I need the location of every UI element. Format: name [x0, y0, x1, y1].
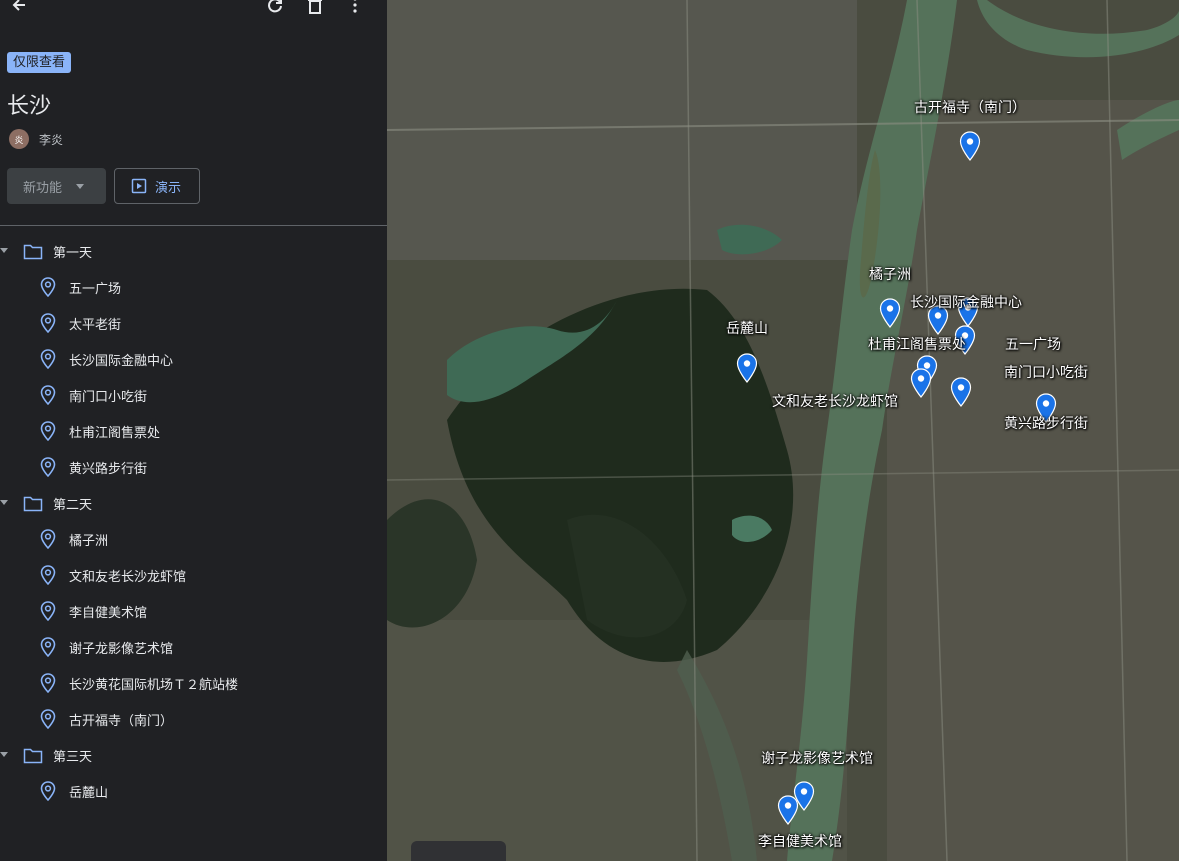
new-feature-label: 新功能 — [23, 180, 63, 196]
place-item[interactable]: 太平老街 — [0, 305, 387, 341]
map-pin-icon — [910, 368, 932, 398]
place-label: 岳麓山 — [69, 786, 109, 801]
location-pin-icon — [40, 781, 56, 801]
map-pin-icon — [959, 131, 981, 161]
divider — [0, 225, 387, 226]
map-label-lizijian[interactable]: 李自健美术馆 — [758, 831, 842, 851]
map-label-xiezilong[interactable]: 谢子龙影像艺术馆 — [761, 748, 873, 768]
location-pin-icon — [40, 565, 56, 585]
map-label-ifc[interactable]: 长沙国际金融中心 — [910, 292, 1022, 312]
location-pin-icon — [40, 673, 56, 693]
location-pin-icon — [40, 457, 56, 477]
arrow-left-icon — [12, 0, 25, 11]
map-label-huangxing[interactable]: 黄兴路步行街 — [1004, 413, 1088, 433]
location-pin-icon — [40, 529, 56, 549]
map-label-juzizhou[interactable]: 橘子洲 — [869, 264, 911, 284]
place-item[interactable]: 谢子龙影像艺术馆 — [0, 629, 387, 665]
author-row: 炎 李炎 — [9, 129, 63, 149]
map-marker-juzizhou[interactable] — [879, 298, 901, 328]
folder-icon — [23, 244, 43, 260]
expand-caret-icon[interactable] — [0, 752, 8, 757]
present-label: 演示 — [155, 180, 182, 196]
map-pin-icon — [879, 298, 901, 328]
location-pin-icon — [40, 637, 56, 657]
more-vert-icon — [353, 0, 357, 13]
place-label: 南门口小吃街 — [69, 390, 148, 405]
place-item[interactable]: 长沙国际金融中心 — [0, 341, 387, 377]
folder-label: 第三天 — [53, 750, 93, 765]
refresh-button[interactable] — [262, 0, 288, 18]
map-marker-nanmenkou[interactable] — [910, 368, 932, 398]
project-title: 长沙 — [7, 94, 52, 119]
location-pin-icon — [40, 709, 56, 729]
place-item[interactable]: 南门口小吃街 — [0, 377, 387, 413]
view-only-badge: 仅限查看 — [7, 52, 72, 73]
map-label-wuyi[interactable]: 五一广场 — [1005, 334, 1061, 354]
delete-button[interactable] — [302, 0, 328, 18]
map-marker-huangxing-pin[interactable] — [950, 377, 972, 407]
location-pin-icon — [40, 385, 56, 405]
folder-icon — [23, 496, 43, 512]
place-label: 杜甫江阁售票处 — [69, 426, 161, 441]
place-label: 橘子洲 — [69, 534, 109, 549]
more-options-button[interactable] — [342, 0, 368, 18]
top-toolbar — [0, 0, 387, 20]
map-label-nanmenkou[interactable]: 南门口小吃街 — [1004, 362, 1088, 382]
place-label: 黄兴路步行街 — [69, 462, 148, 477]
location-pin-icon — [40, 313, 56, 333]
folder-row[interactable]: 第三天 — [0, 737, 387, 773]
map-marker-lizijian[interactable] — [777, 795, 799, 825]
place-label: 长沙黄花国际机场Ｔ２航站楼 — [69, 678, 239, 693]
avatar: 炎 — [9, 129, 29, 149]
map-label-yuelu[interactable]: 岳麓山 — [726, 318, 768, 338]
place-label: 五一广场 — [69, 282, 122, 297]
back-button[interactable] — [6, 0, 32, 18]
map-marker-kaifu[interactable] — [959, 131, 981, 161]
map-label-dufu[interactable]: 杜甫江阁售票处 — [868, 334, 966, 354]
place-item[interactable]: 长沙黄花国际机场Ｔ２航站楼 — [0, 665, 387, 701]
dropdown-arrow-icon — [76, 183, 85, 189]
location-pin-icon — [40, 601, 56, 621]
folder-row[interactable]: 第一天 — [0, 233, 387, 269]
new-feature-button[interactable]: 新功能 — [7, 168, 106, 204]
folder-label: 第二天 — [53, 498, 93, 513]
place-label: 李自健美术馆 — [69, 606, 148, 621]
place-item[interactable]: 岳麓山 — [0, 773, 387, 809]
app-root: 仅限查看 长沙 炎 李炎 新功能 演示 第一天 五一广场 太平老街 长沙国际金融中心南… — [0, 0, 1179, 861]
map-label-wenheyou[interactable]: 文和友老长沙龙虾馆 — [772, 391, 898, 411]
slideshow-icon — [131, 178, 147, 194]
map-view[interactable]: 古开福寺（南门） 橘子洲 长沙国际金融中心 岳麓山 杜甫江阁售票处 五一广场 南… — [387, 0, 1179, 861]
map-control-panel[interactable] — [411, 841, 506, 861]
place-item[interactable]: 李自健美术馆 — [0, 593, 387, 629]
present-button[interactable]: 演示 — [114, 168, 200, 204]
expand-caret-icon[interactable] — [0, 500, 8, 505]
expand-caret-icon[interactable] — [0, 248, 8, 253]
place-label: 文和友老长沙龙虾馆 — [69, 570, 187, 585]
place-label: 长沙国际金融中心 — [69, 354, 174, 369]
refresh-icon — [268, 0, 282, 13]
map-pin-icon — [777, 795, 799, 825]
author-name: 李炎 — [39, 132, 64, 147]
trash-icon — [308, 0, 322, 14]
map-label-kaifu[interactable]: 古开福寺（南门） — [914, 97, 1026, 117]
sidebar: 仅限查看 长沙 炎 李炎 新功能 演示 第一天五一广场太平老街长沙国际金融中心南… — [0, 0, 387, 861]
place-label: 谢子龙影像艺术馆 — [69, 642, 174, 657]
place-label: 太平老街 — [69, 318, 122, 333]
map-pin-icon — [736, 353, 758, 383]
location-pin-icon — [40, 277, 56, 297]
folder-row[interactable]: 第二天 — [0, 485, 387, 521]
place-item[interactable]: 五一广场 — [0, 269, 387, 305]
location-pin-icon — [40, 421, 56, 441]
map-pin-icon — [950, 377, 972, 407]
map-marker-yuelu[interactable] — [736, 353, 758, 383]
place-item[interactable]: 黄兴路步行街 — [0, 449, 387, 485]
place-item[interactable]: 杜甫江阁售票处 — [0, 413, 387, 449]
place-item[interactable]: 古开福寺（南门） — [0, 701, 387, 737]
folder-label: 第一天 — [53, 246, 93, 261]
place-item[interactable]: 文和友老长沙龙虾馆 — [0, 557, 387, 593]
place-item[interactable]: 橘子洲 — [0, 521, 387, 557]
location-pin-icon — [40, 349, 56, 369]
folder-icon — [23, 748, 43, 764]
place-label: 古开福寺（南门） — [69, 714, 174, 729]
